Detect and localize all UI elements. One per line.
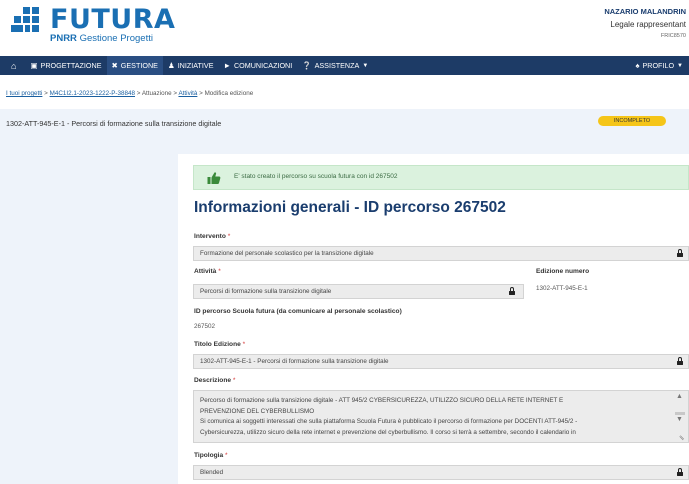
- sidebar: [0, 154, 178, 484]
- descrizione-line: Si comunica ai soggetti interessati che …: [200, 417, 664, 428]
- futura-logo[interactable]: FUTURA PNRR Gestione Progetti: [11, 7, 175, 44]
- intervento-label: Intervento *: [194, 233, 230, 240]
- descrizione-line: PREVENZIONE DEL CYBERBULLISMO: [200, 407, 664, 418]
- breadcrumb-link-progetto[interactable]: M4C1I2.1-2023-1222-P-38848: [50, 90, 135, 97]
- lock-icon: [676, 357, 683, 366]
- attivita-field[interactable]: Percorsi di formazione sulla transizione…: [193, 284, 524, 299]
- header: FUTURA PNRR Gestione Progetti NAZARIO MA…: [0, 0, 689, 56]
- page-title-bar: 1302-ATT-945-E-1 - Percorsi di formazion…: [0, 109, 689, 154]
- nav-gestione[interactable]: ✖ GESTIONE: [107, 56, 163, 75]
- building-icon: ▣: [30, 61, 37, 70]
- user-icon: ♠: [636, 61, 640, 70]
- home-icon: ⌂: [11, 61, 16, 71]
- tools-icon: ✖: [112, 61, 118, 70]
- lock-icon: [676, 468, 683, 477]
- lock-icon: [676, 249, 683, 258]
- id-percorso-label: ID percorso Scuola futura (da comunicare…: [194, 308, 402, 315]
- user-role: Legale rappresentant: [604, 19, 686, 30]
- user-code: FRIC8570: [604, 31, 686, 42]
- intervento-field[interactable]: Formazione del personale scolastico per …: [193, 246, 689, 261]
- status-badge: INCOMPLETO: [598, 116, 666, 126]
- scroll-up-icon[interactable]: ▲: [676, 393, 683, 400]
- breadcrumb-attuazione: Attuazione: [142, 90, 172, 97]
- alert-message: E' stato creato il percorso su scuola fu…: [234, 173, 397, 180]
- id-percorso-value: 267502: [194, 323, 215, 330]
- chevron-down-icon: ▼: [677, 63, 683, 69]
- scroll-down-icon[interactable]: ▼: [676, 416, 683, 423]
- lock-icon: [508, 287, 515, 296]
- chevron-down-icon: ▼: [362, 63, 368, 69]
- profile-menu[interactable]: ♠ PROFILO ▼: [631, 56, 689, 75]
- descrizione-scrollbar[interactable]: ▲ ▼ ‖: [671, 390, 689, 443]
- megaphone-icon: ►: [224, 61, 231, 70]
- edizione-label: Edizione numero: [536, 268, 589, 275]
- user-info: NAZARIO MALANDRIN Legale rappresentant F…: [604, 6, 686, 42]
- people-icon: ♟: [168, 61, 175, 70]
- resize-handle-icon[interactable]: ‖: [679, 435, 686, 442]
- logo-mark-icon: [11, 7, 47, 39]
- tipologia-label: Tipologia *: [194, 452, 228, 459]
- section-title: Informazioni generali - ID percorso 2675…: [194, 199, 506, 217]
- scroll-thumb[interactable]: [675, 412, 685, 415]
- tipologia-field[interactable]: Blended: [193, 465, 689, 480]
- descrizione-textarea[interactable]: Percorso di formazione sulla transizione…: [193, 390, 689, 443]
- success-alert: E' stato creato il percorso su scuola fu…: [193, 165, 689, 190]
- page-title: 1302-ATT-945-E-1 - Percorsi di formazion…: [6, 119, 221, 128]
- attivita-label: Attività *: [194, 268, 221, 275]
- descrizione-label: Descrizione *: [194, 377, 235, 384]
- breadcrumb-current: Modifica edizione: [205, 90, 254, 97]
- thumbs-up-icon: [207, 171, 221, 185]
- user-name: NAZARIO MALANDRIN: [604, 6, 686, 17]
- breadcrumb: I tuoi progetti > M4C1I2.1-2023-1222-P-3…: [6, 90, 253, 97]
- logo-title: FUTURA: [50, 7, 175, 33]
- breadcrumb-link-attivita[interactable]: Attività: [178, 90, 197, 97]
- nav-comunicazioni[interactable]: ► COMUNICAZIONI: [219, 56, 298, 75]
- edizione-value: 1302-ATT-945-E-1: [536, 285, 588, 292]
- nav-assistenza[interactable]: ❔ ASSISTENZA ▼: [297, 56, 373, 75]
- breadcrumb-link-progetti[interactable]: I tuoi progetti: [6, 90, 42, 97]
- main-navbar: ⌂ ▣ PROGETTAZIONE ✖ GESTIONE ♟ INIZIATIV…: [0, 56, 689, 75]
- nav-iniziative[interactable]: ♟ INIZIATIVE: [163, 56, 219, 75]
- help-icon: ❔: [302, 61, 311, 70]
- descrizione-line: Percorso di formazione sulla transizione…: [200, 396, 664, 407]
- descrizione-line: Cybersicurezza, utilizzo sicuro della re…: [200, 428, 664, 439]
- home-button[interactable]: ⌂: [0, 56, 25, 75]
- titolo-label: Titolo Edizione *: [194, 341, 245, 348]
- titolo-field[interactable]: 1302-ATT-945-E-1 - Percorsi di formazion…: [193, 354, 689, 369]
- nav-progettazione[interactable]: ▣ PROGETTAZIONE: [25, 56, 106, 75]
